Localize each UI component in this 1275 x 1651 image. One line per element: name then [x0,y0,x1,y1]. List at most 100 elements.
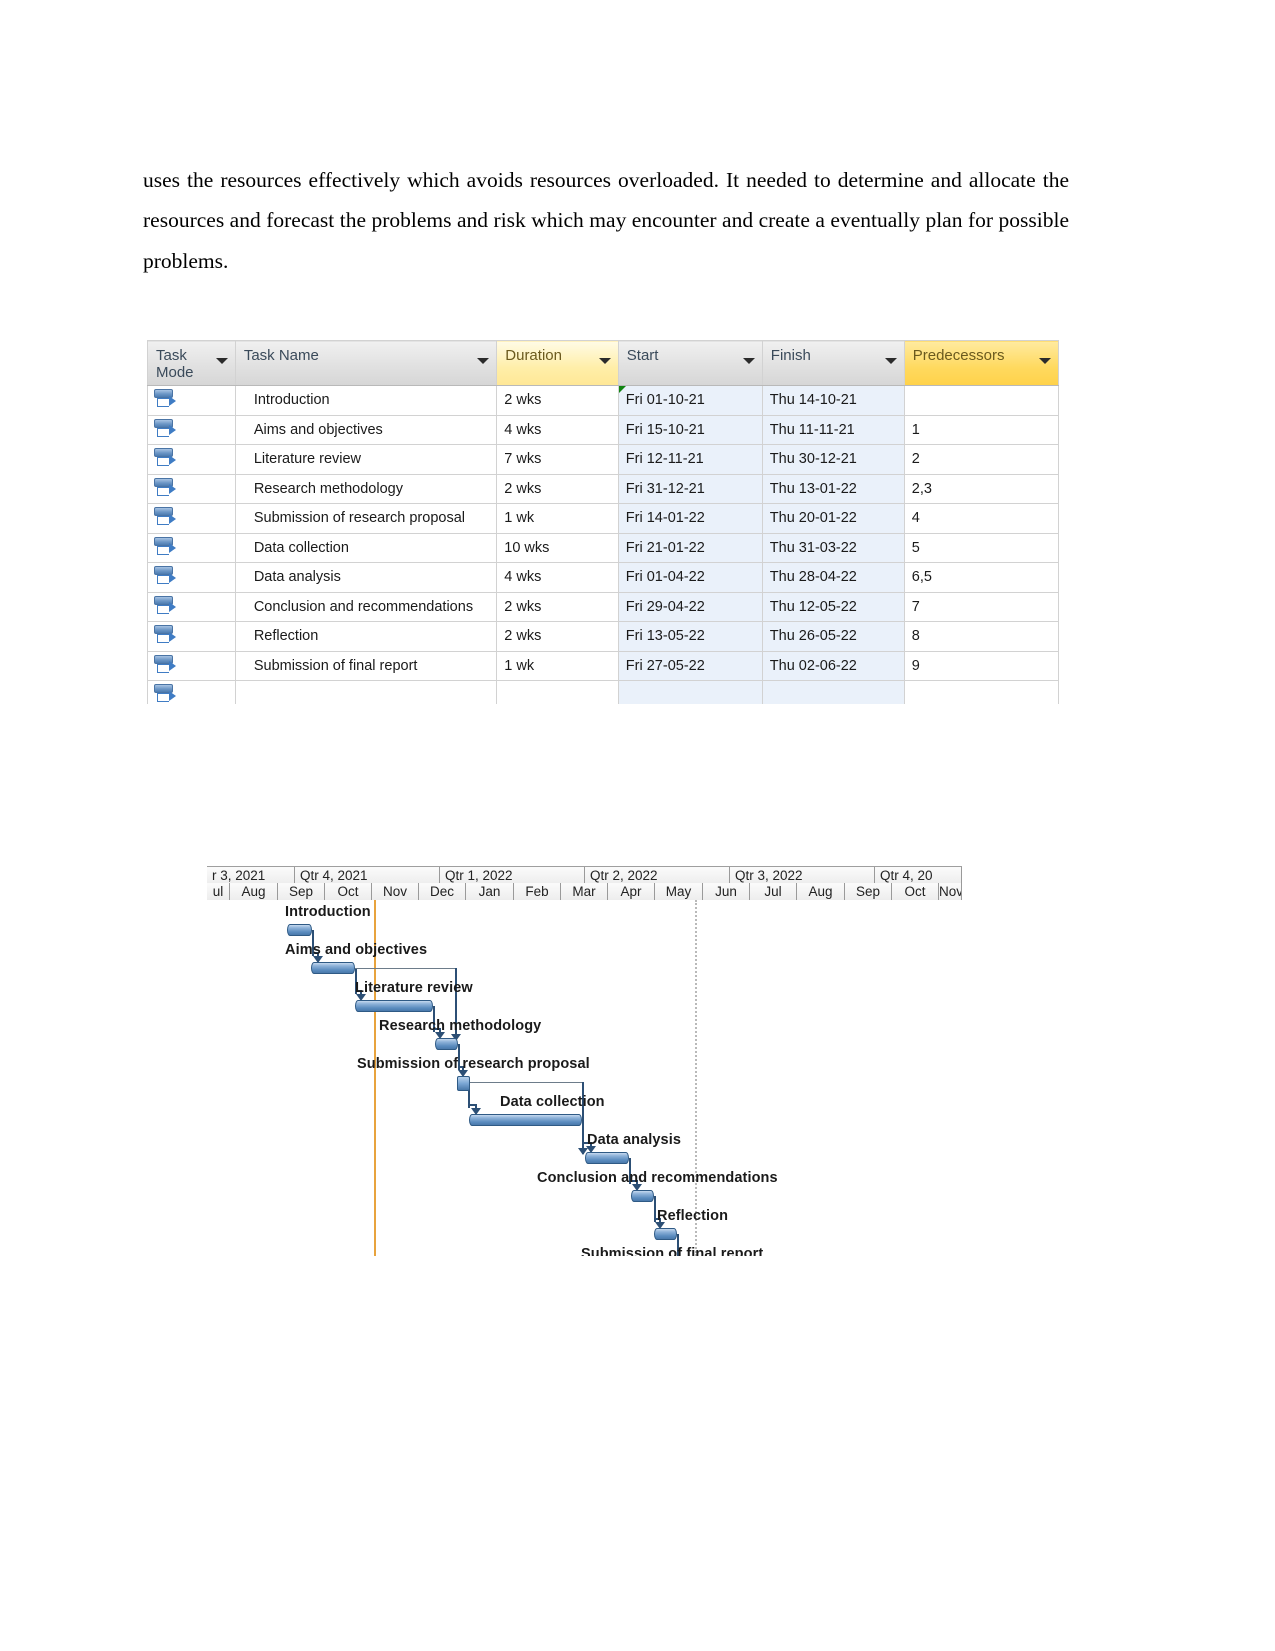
cell-finish[interactable]: Thu 28-04-22 [761,562,905,593]
cell-task-name[interactable]: Aims and objectives [234,414,498,445]
chevron-down-icon[interactable] [598,358,611,364]
cell-predecessors[interactable]: 7 [903,591,1060,622]
table-row[interactable]: Reflection 2 wks Fri 13-05-22 Thu 26-05-22 8 [147,621,1060,652]
chevron-down-icon[interactable] [215,358,228,364]
cell-predecessors[interactable]: 2,3 [903,473,1060,504]
gantt-task-bar[interactable] [631,1190,654,1202]
column-header-start[interactable]: Start [617,340,763,386]
cell-duration[interactable]: 1 wk [496,650,619,681]
gantt-task-bar[interactable] [585,1152,629,1164]
cell-predecessors[interactable]: 1 [903,414,1060,445]
table-row[interactable]: Submission of research proposal 1 wk Fri 1… [147,503,1060,534]
project-task-table: Task Mode Task Name Duration Start Finis… [147,340,1060,704]
column-header-task-name[interactable]: Task Name [234,340,498,386]
chevron-down-icon[interactable] [742,358,755,364]
table-row[interactable]: Data analysis 4 wks Fri 01-04-22 Thu 28-04-… [147,562,1060,593]
column-header-finish[interactable]: Finish [761,340,905,386]
cell-predecessors[interactable] [903,680,1060,704]
cell-task-mode[interactable] [147,591,236,622]
cell-task-mode[interactable] [147,680,236,704]
cell-duration[interactable]: 2 wks [496,621,619,652]
cell-duration[interactable]: 2 wks [496,591,619,622]
cell-task-mode[interactable] [147,385,236,416]
gantt-task-bar[interactable] [654,1228,677,1240]
cell-finish[interactable]: Thu 14-10-21 [761,385,905,416]
cell-predecessors[interactable]: 4 [903,503,1060,534]
cell-task-mode[interactable] [147,650,236,681]
cell-start[interactable]: Fri 12-11-21 [617,444,763,475]
gantt-task-bar[interactable] [355,1000,433,1012]
cell-start[interactable]: Fri 13-05-22 [617,621,763,652]
cell-finish[interactable]: Thu 31-03-22 [761,532,905,563]
table-row[interactable]: Submission of final report 1 wk Fri 27-05-… [147,650,1060,681]
gantt-milestone-marker[interactable] [457,1076,470,1091]
cell-duration[interactable]: 4 wks [496,414,619,445]
cell-predecessors[interactable]: 6,5 [903,562,1060,593]
cell-start[interactable]: Fri 01-10-21 [617,385,763,416]
cell-task-name[interactable]: Submission of final report [234,650,498,681]
table-row-empty[interactable] [147,680,1060,704]
cell-start[interactable]: Fri 29-04-22 [617,591,763,622]
table-row[interactable]: Data collection 10 wks Fri 21-01-22 Thu 31-… [147,532,1060,563]
table-row[interactable]: Conclusion and recommendations 2 wks Fri 2… [147,591,1060,622]
cell-finish[interactable]: Thu 30-12-21 [761,444,905,475]
cell-predecessors[interactable]: 5 [903,532,1060,563]
cell-predecessors[interactable]: 9 [903,650,1060,681]
cell-finish[interactable]: Thu 20-01-22 [761,503,905,534]
cell-duration[interactable]: 10 wks [496,532,619,563]
cell-task-name[interactable] [234,680,498,704]
cell-task-name[interactable]: Data collection [234,532,498,563]
gantt-task-bar[interactable] [287,924,312,936]
cell-duration[interactable] [496,680,619,704]
cell-task-mode[interactable] [147,444,236,475]
cell-task-name[interactable]: Submission of research proposal [234,503,498,534]
chevron-down-icon[interactable] [477,358,490,364]
cell-duration[interactable]: 2 wks [496,473,619,504]
cell-task-mode[interactable] [147,621,236,652]
cell-start[interactable]: Fri 31-12-21 [617,473,763,504]
cell-finish[interactable]: Thu 02-06-22 [761,650,905,681]
cell-duration-text: 2 wks [504,628,542,644]
table-row[interactable]: Aims and objectives 4 wks Fri 15-10-21 Thu … [147,414,1060,445]
cell-start[interactable]: Fri 21-01-22 [617,532,763,563]
cell-finish[interactable]: Thu 11-11-21 [761,414,905,445]
chevron-down-icon[interactable] [1039,358,1051,364]
cell-task-mode[interactable] [147,503,236,534]
cell-predecessors[interactable]: 2 [903,444,1060,475]
table-row[interactable]: Literature review 7 wks Fri 12-11-21 Thu 30… [147,444,1060,475]
column-header-duration[interactable]: Duration [496,340,619,386]
cell-task-name[interactable]: Introduction [234,385,498,416]
cell-task-mode[interactable] [147,473,236,504]
cell-task-mode[interactable] [147,414,236,445]
cell-task-name[interactable]: Research methodology [234,473,498,504]
table-row[interactable]: Introduction 2 wks Fri 01-10-21 Thu 14-10-2… [147,385,1060,416]
cell-duration[interactable]: 1 wk [496,503,619,534]
cell-task-name[interactable]: Data analysis [234,562,498,593]
cell-start[interactable]: Fri 14-01-22 [617,503,763,534]
cell-duration[interactable]: 4 wks [496,562,619,593]
cell-task-name[interactable]: Reflection [234,621,498,652]
column-header-task-mode[interactable]: Task Mode [147,340,236,386]
cell-task-name[interactable]: Literature review [234,444,498,475]
chevron-down-icon[interactable] [884,358,897,364]
gantt-task-bar[interactable] [435,1038,458,1050]
cell-task-name[interactable]: Conclusion and recommendations [234,591,498,622]
table-row[interactable]: Research methodology 2 wks Fri 31-12-21 Thu… [147,473,1060,504]
cell-duration[interactable]: 2 wks [496,385,619,416]
cell-finish[interactable]: Thu 13-01-22 [761,473,905,504]
cell-start[interactable]: Fri 15-10-21 [617,414,763,445]
cell-predecessors[interactable]: 8 [903,621,1060,652]
cell-predecessors[interactable] [903,385,1060,416]
column-header-predecessors[interactable]: Predecessors [903,340,1060,386]
cell-finish[interactable] [761,680,905,704]
gantt-task-bar[interactable] [469,1114,582,1126]
cell-task-mode[interactable] [147,562,236,593]
cell-task-mode[interactable] [147,532,236,563]
cell-duration[interactable]: 7 wks [496,444,619,475]
cell-start[interactable]: Fri 27-05-22 [617,650,763,681]
cell-start[interactable]: Fri 01-04-22 [617,562,763,593]
cell-finish[interactable]: Thu 12-05-22 [761,591,905,622]
cell-finish[interactable]: Thu 26-05-22 [761,621,905,652]
gantt-task-bar[interactable] [311,962,355,974]
cell-start[interactable] [617,680,763,704]
